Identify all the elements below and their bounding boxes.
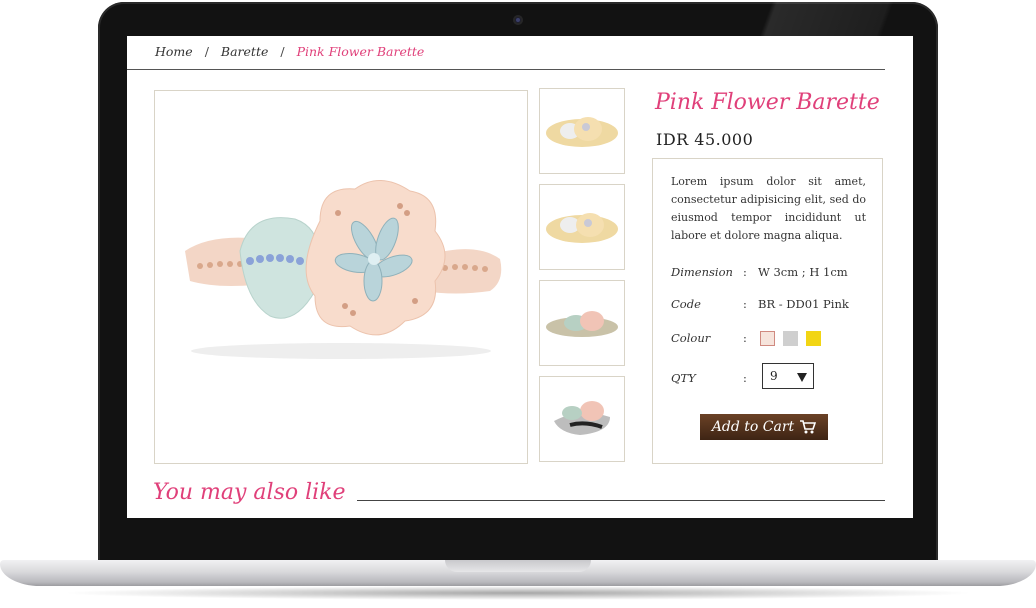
colour-label: Colour	[671, 331, 711, 345]
qty-colon: :	[743, 371, 747, 385]
thumbnail-1[interactable]	[539, 88, 625, 174]
thumbnail-2[interactable]	[539, 184, 625, 270]
thumbnail-image	[546, 311, 618, 337]
product-price: IDR 45.000	[656, 130, 754, 149]
code-label: Code	[671, 297, 701, 311]
colour-swatch-grey[interactable]	[783, 331, 798, 346]
thumbnail-4[interactable]	[539, 376, 625, 462]
breadcrumb-separator: /	[280, 44, 285, 59]
related-divider	[357, 500, 885, 501]
dimension-label: Dimension	[671, 265, 733, 279]
qty-select[interactable]: 9	[762, 363, 814, 389]
add-to-cart-button[interactable]: Add to Cart	[700, 414, 828, 440]
qty-label: QTY	[671, 371, 696, 385]
thumbnail-image	[554, 401, 610, 435]
thumbnail-3[interactable]	[539, 280, 625, 366]
laptop-shadow	[60, 586, 976, 600]
laptop-notch	[445, 560, 591, 572]
colour-swatch-yellow[interactable]	[806, 331, 821, 346]
breadcrumb-category[interactable]: Barette	[221, 44, 268, 59]
main-product-image[interactable]	[154, 90, 528, 464]
colour-swatch-pink[interactable]	[760, 331, 775, 346]
thumbnail-image	[546, 213, 618, 243]
dimension-value: W 3cm ; H 1cm	[758, 265, 848, 279]
barrette-image	[185, 180, 502, 359]
product-details-box: Lorem ipsum dolor sit amet, consectetur …	[652, 158, 883, 464]
dimension-colon: :	[743, 265, 747, 279]
breadcrumb: Home / Barette / Pink Flower Barette	[155, 44, 430, 59]
thumbnail-image	[546, 117, 618, 147]
web-page: Home / Barette / Pink Flower Barette Pin…	[127, 36, 913, 518]
breadcrumb-current: Pink Flower Barette	[296, 44, 425, 59]
qty-value: 9	[770, 369, 778, 383]
add-to-cart-label: Add to Cart	[711, 419, 795, 435]
code-value: BR - DD01 Pink	[758, 297, 849, 311]
product-title: Pink Flower Barette	[655, 90, 880, 115]
breadcrumb-home[interactable]: Home	[155, 44, 193, 59]
colour-colon: :	[743, 331, 747, 345]
product-description: Lorem ipsum dolor sit amet, consectetur …	[671, 175, 866, 242]
header-divider	[127, 69, 885, 70]
related-products-heading: You may also like	[153, 480, 346, 505]
shopping-cart-icon	[800, 420, 817, 434]
breadcrumb-separator: /	[204, 44, 209, 59]
webcam	[513, 15, 523, 25]
code-colon: :	[743, 297, 747, 311]
chevron-down-icon	[797, 373, 807, 382]
